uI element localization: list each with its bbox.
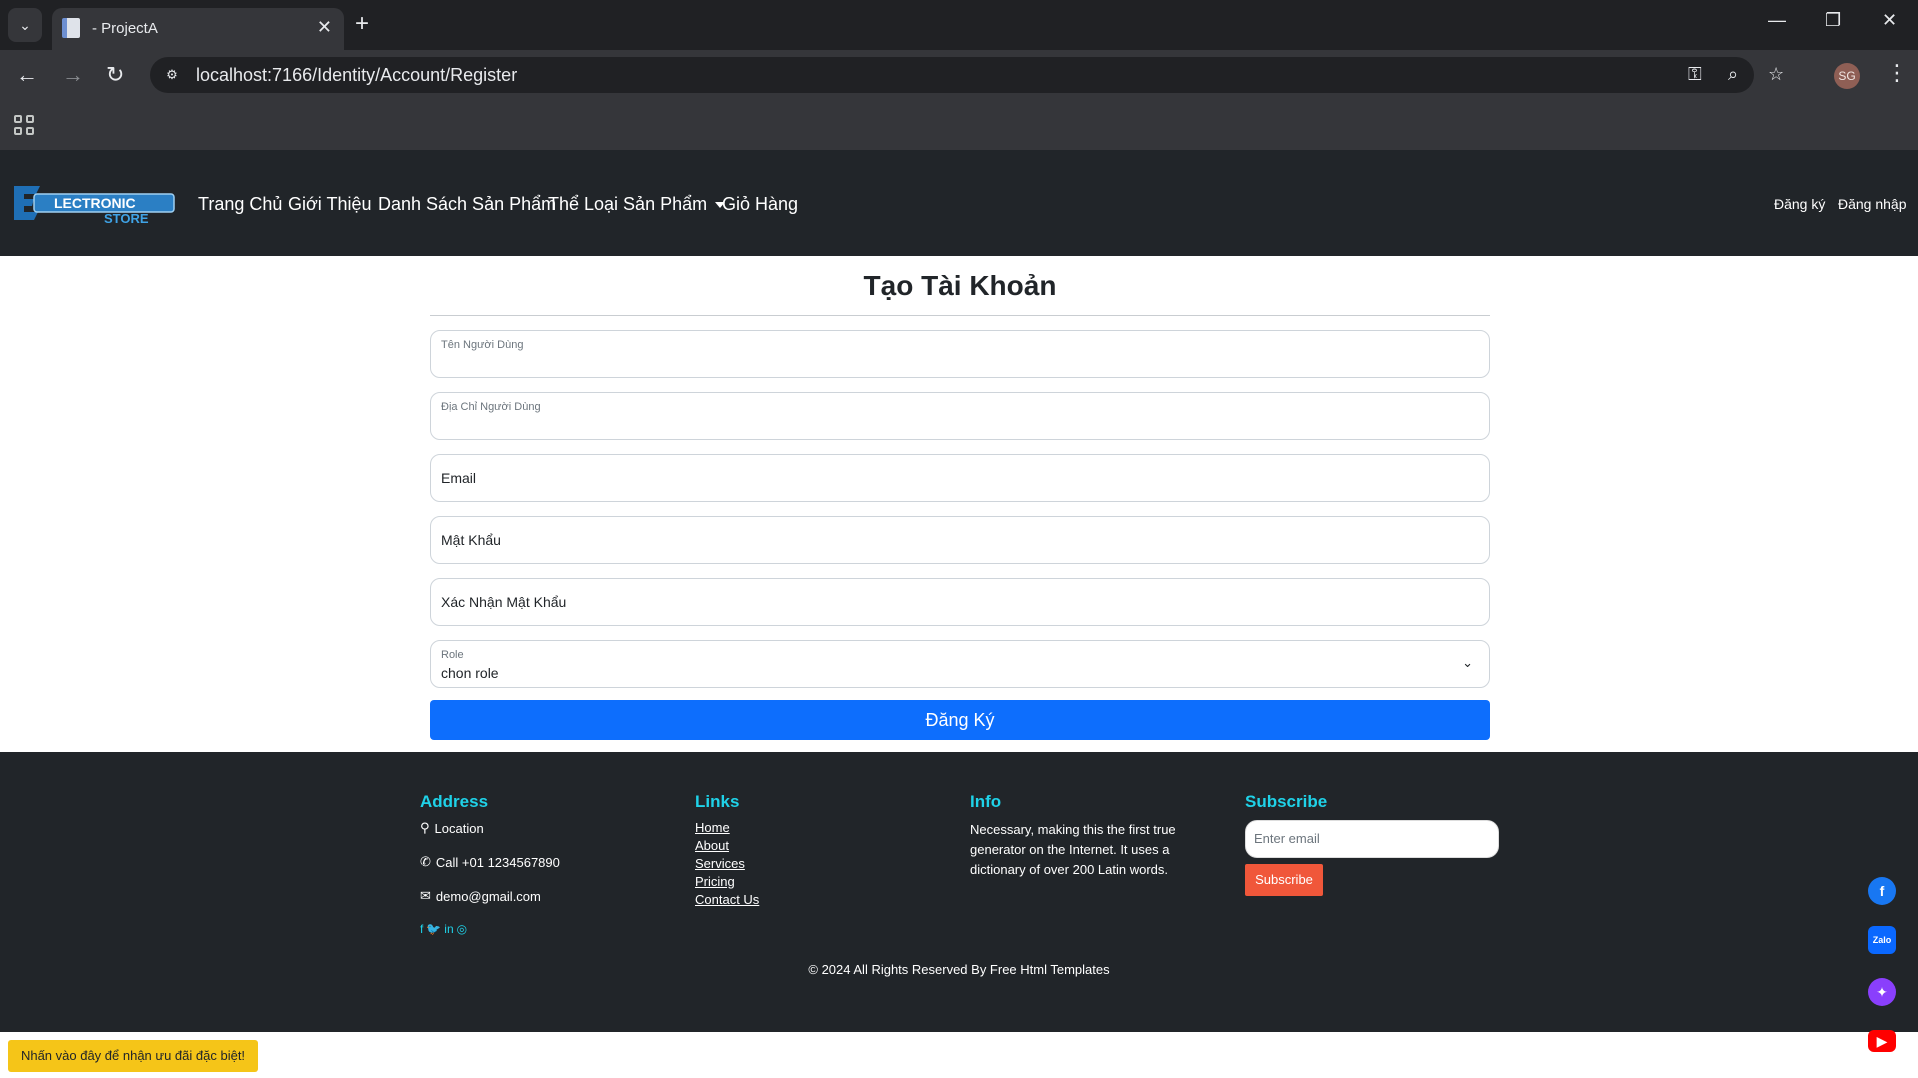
- copyright-text: © 2024 All Rights Reserved By Free Html …: [808, 962, 1110, 977]
- info-text: Necessary, making this the first true ge…: [970, 822, 1176, 877]
- close-tab-icon[interactable]: ✕: [317, 17, 332, 38]
- page-title: Tạo Tài Khoản: [863, 270, 1057, 301]
- instagram-icon[interactable]: ◎: [457, 922, 467, 936]
- forward-icon[interactable]: →: [62, 62, 84, 88]
- linkedin-icon[interactable]: in: [444, 922, 453, 936]
- bookmarks-bar: [0, 100, 1918, 150]
- subscribe-email-input[interactable]: Enter email: [1245, 820, 1499, 858]
- footer-link-home[interactable]: Home: [695, 820, 759, 835]
- username-field[interactable]: Tên Người Dùng: [430, 330, 1490, 378]
- phone-icon: ✆: [420, 854, 431, 869]
- browser-tab[interactable]: - ProjectA ✕: [52, 8, 344, 50]
- tab-title: - ProjectA: [92, 20, 158, 37]
- footer-links-col: Links Home About Services Pricing Contac…: [695, 792, 759, 910]
- minimize-icon[interactable]: —: [1768, 10, 1786, 31]
- nav-category-dropdown[interactable]: Thể Loại Sản Phẩm: [548, 194, 726, 215]
- site-footer: Address ⚲ Location ✆ Call +01 1234567890 ✉…: [0, 752, 1918, 1032]
- nav-product-list[interactable]: Danh Sách Sản Phẩm: [378, 194, 556, 215]
- chevron-down-icon: ⌄: [1462, 655, 1473, 670]
- location-line: ⚲ Location: [420, 820, 560, 836]
- username-label: Tên Người Dùng: [441, 339, 524, 351]
- twitter-icon[interactable]: 🐦: [426, 922, 441, 936]
- tab-search-dropdown[interactable]: ⌄: [8, 8, 42, 42]
- promo-banner[interactable]: Nhấn vào đây để nhận ưu đãi đặc biệt!: [8, 1040, 258, 1072]
- confirm-password-field[interactable]: Xác Nhận Mật Khẩu: [430, 578, 1490, 626]
- subscribe-heading: Subscribe: [1245, 792, 1328, 811]
- browser-menu-icon[interactable]: ⋮: [1886, 60, 1908, 86]
- register-button[interactable]: Đăng Ký: [430, 700, 1490, 740]
- email-text: demo@gmail.com: [435, 888, 541, 904]
- subscribe-button[interactable]: Subscribe: [1245, 864, 1323, 896]
- apps-grid-icon[interactable]: [14, 115, 34, 135]
- zoom-icon[interactable]: ⌕: [1728, 64, 1738, 85]
- site-info-icon[interactable]: ⚙: [162, 65, 182, 85]
- address-heading: Address: [420, 792, 489, 811]
- footer-link-contact[interactable]: Contact Us: [695, 892, 759, 907]
- role-label: Role: [441, 649, 464, 661]
- close-window-icon[interactable]: ✕: [1882, 10, 1897, 31]
- title-divider: [430, 315, 1490, 316]
- site-navbar: LECTRONIC STORE Trang Chủ Giới Thiệu Dan…: [0, 150, 1918, 256]
- footer-info-col: Info Necessary, making this the first tr…: [970, 792, 1190, 880]
- role-select[interactable]: Role chon role ⌄: [430, 640, 1490, 688]
- bookmark-star-icon[interactable]: ☆: [1768, 64, 1784, 85]
- role-selected-value: chon role: [441, 665, 499, 681]
- nav-cart[interactable]: Giỏ Hàng: [722, 194, 798, 215]
- nav-about[interactable]: Giới Thiệu: [288, 194, 372, 215]
- footer-subscribe-col: Subscribe Enter email Subscribe: [1245, 792, 1499, 896]
- info-heading: Info: [970, 792, 1002, 811]
- facebook-icon[interactable]: f: [420, 922, 423, 936]
- nav-home[interactable]: Trang Chủ: [198, 194, 282, 215]
- browser-toolbar: ← → ↻ ⚙ localhost:7166/Identity/Account/…: [0, 50, 1918, 100]
- facebook-float-icon[interactable]: f: [1868, 877, 1896, 905]
- page-favicon-icon: [62, 18, 80, 38]
- address-bar[interactable]: ⚙ localhost:7166/Identity/Account/Regist…: [150, 57, 1784, 93]
- address-label: Địa Chỉ Người Dùng: [441, 401, 541, 413]
- links-heading: Links: [695, 792, 740, 811]
- register-link[interactable]: Đăng ký: [1774, 196, 1825, 212]
- svg-text:STORE: STORE: [104, 211, 149, 226]
- footer-link-about[interactable]: About: [695, 838, 759, 853]
- password-field[interactable]: Mật Khẩu: [430, 516, 1490, 564]
- phone-line: ✆ Call +01 1234567890: [420, 854, 560, 870]
- footer-link-pricing[interactable]: Pricing: [695, 874, 759, 889]
- url-text[interactable]: localhost:7166/Identity/Account/Register: [196, 65, 517, 86]
- reload-icon[interactable]: ↻: [106, 62, 124, 88]
- footer-address-col: Address ⚲ Location ✆ Call +01 1234567890 ✉…: [420, 792, 560, 936]
- svg-text:LECTRONIC: LECTRONIC: [54, 195, 136, 211]
- new-tab-button[interactable]: +: [355, 10, 369, 38]
- youtube-icon[interactable]: ▶: [1868, 1030, 1896, 1052]
- address-field[interactable]: Địa Chỉ Người Dùng: [430, 392, 1490, 440]
- electronic-store-logo[interactable]: LECTRONIC STORE: [12, 180, 178, 226]
- browser-tabbar: ⌄ - ProjectA ✕ + — ❐ ✕: [0, 0, 1918, 50]
- envelope-icon: ✉: [420, 888, 431, 903]
- email-field[interactable]: Email: [430, 454, 1490, 502]
- map-marker-icon: ⚲: [420, 820, 430, 835]
- footer-link-services[interactable]: Services: [695, 856, 759, 871]
- confirm-password-label: Xác Nhận Mật Khẩu: [441, 594, 567, 610]
- back-icon[interactable]: ←: [16, 62, 38, 88]
- profile-avatar[interactable]: SG: [1834, 63, 1860, 89]
- social-links: f 🐦 in ◎: [420, 922, 560, 936]
- location-text: Location: [434, 820, 484, 836]
- zalo-icon[interactable]: Zalo: [1868, 926, 1896, 954]
- password-label: Mật Khẩu: [441, 532, 501, 548]
- login-link[interactable]: Đăng nhập: [1838, 196, 1907, 212]
- restore-icon[interactable]: ❐: [1825, 10, 1841, 31]
- phone-text: Call +01 1234567890: [435, 854, 560, 870]
- messenger-icon[interactable]: ✦: [1868, 978, 1896, 1006]
- nav-category-label: Thể Loại Sản Phẩm: [548, 194, 708, 214]
- password-key-icon[interactable]: ⚿: [1688, 64, 1702, 85]
- email-line: ✉ demo@gmail.com: [420, 888, 560, 904]
- email-label: Email: [441, 470, 477, 486]
